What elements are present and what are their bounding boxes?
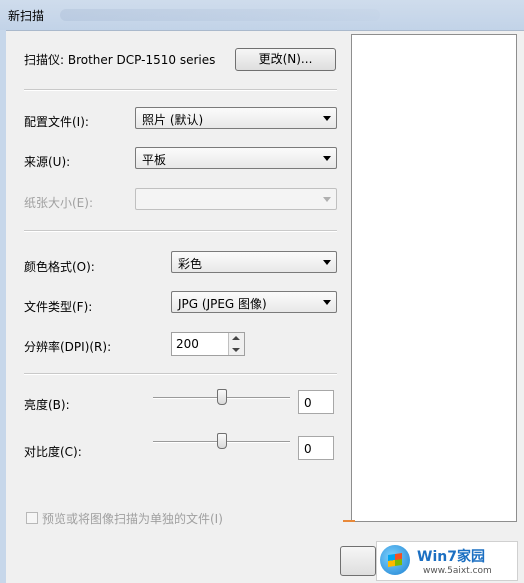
resolution-value: 200 xyxy=(176,337,199,351)
color-format-select[interactable]: 彩色 xyxy=(171,251,337,273)
watermark-brand: Win7家园 xyxy=(417,549,485,565)
brightness-input[interactable]: 0 xyxy=(298,390,334,414)
profile-label: 配置文件(I): xyxy=(24,115,89,129)
brightness-slider-thumb[interactable] xyxy=(217,389,227,405)
contrast-input[interactable]: 0 xyxy=(298,436,334,460)
preview-button[interactable] xyxy=(340,546,376,576)
separate-files-label: 预览或将图像扫描为单独的文件(I) xyxy=(42,512,223,526)
resolution-label: 分辨率(DPI)(R): xyxy=(24,340,112,354)
dropdown-arrow-icon xyxy=(323,156,331,161)
dropdown-arrow-icon xyxy=(323,197,331,202)
scan-dialog: 新扫描 扫描仪: Brother DCP-1510 series 更改(N)..… xyxy=(0,0,524,583)
spin-up-icon[interactable] xyxy=(232,336,240,340)
file-type-label: 文件类型(F): xyxy=(24,300,93,314)
resolution-spinner[interactable]: 200 xyxy=(171,332,245,356)
separator xyxy=(24,89,337,91)
separator xyxy=(24,230,337,232)
brightness-value: 0 xyxy=(304,396,312,410)
watermark-site: www.5aixt.com xyxy=(423,566,492,576)
dropdown-arrow-icon xyxy=(323,116,331,121)
contrast-value: 0 xyxy=(304,442,312,456)
color-format-value: 彩色 xyxy=(178,257,203,271)
brightness-label: 亮度(B): xyxy=(24,398,70,412)
dropdown-arrow-icon xyxy=(323,300,331,305)
separate-files-checkbox xyxy=(26,512,38,524)
paper-size-select xyxy=(135,188,337,210)
paper-size-label: 纸张大小(E): xyxy=(24,196,93,210)
title-bar[interactable]: 新扫描 xyxy=(0,0,524,31)
contrast-slider-thumb[interactable] xyxy=(217,433,227,449)
preview-area[interactable] xyxy=(351,34,517,522)
window-border xyxy=(0,30,6,583)
blurred-title-background xyxy=(60,9,380,21)
source-label: 来源(U): xyxy=(24,155,71,169)
windows-logo-icon xyxy=(380,545,410,575)
window-title: 新扫描 xyxy=(8,9,45,23)
watermark-logo: Win7家园 www.5aixt.com xyxy=(376,541,518,581)
change-scanner-button[interactable]: 更改(N)... xyxy=(235,48,336,71)
spinner-buttons[interactable] xyxy=(228,333,244,355)
crop-corner-handle[interactable] xyxy=(343,520,355,522)
profile-value: 照片 (默认) xyxy=(142,113,204,127)
separator xyxy=(24,373,337,375)
contrast-label: 对比度(C): xyxy=(24,445,82,459)
source-value: 平板 xyxy=(142,153,167,167)
dropdown-arrow-icon xyxy=(323,260,331,265)
scanner-label: 扫描仪: Brother DCP-1510 series xyxy=(24,53,216,67)
color-format-label: 颜色格式(O): xyxy=(24,260,95,274)
spin-down-icon[interactable] xyxy=(232,348,240,352)
file-type-value: JPG (JPEG 图像) xyxy=(178,297,267,311)
source-select[interactable]: 平板 xyxy=(135,147,337,169)
file-type-select[interactable]: JPG (JPEG 图像) xyxy=(171,291,337,313)
profile-select[interactable]: 照片 (默认) xyxy=(135,107,337,129)
